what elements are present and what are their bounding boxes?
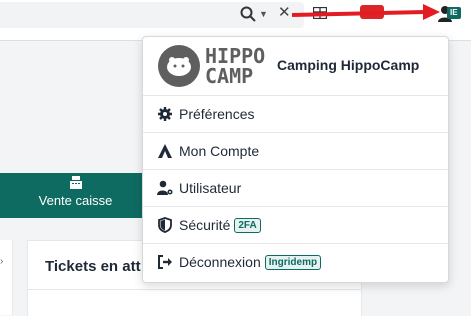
tickets-card-divider <box>28 289 361 290</box>
company-name: Camping HippoCamp <box>277 57 420 73</box>
notification-badge[interactable] <box>360 5 384 19</box>
username-tag: Ingridemp <box>264 254 322 270</box>
clear-search-icon[interactable]: ✕ <box>278 5 291 21</box>
search-icon[interactable] <box>240 6 256 22</box>
company-header[interactable]: HIPPO CAMP Camping HippoCamp <box>143 37 448 96</box>
menu-item-logout[interactable]: Déconnexion Ingridemp <box>143 244 448 280</box>
logo-word-2: CAMP <box>205 64 254 88</box>
logo-word-1: HIPPO <box>205 44 266 68</box>
tent-icon <box>158 144 172 158</box>
menu-item-label: Préférences <box>179 106 255 122</box>
search-options-caret[interactable]: ▼ <box>259 6 268 22</box>
apps-icon[interactable] <box>313 7 327 19</box>
left-card: › <box>0 240 13 315</box>
2fa-tag: 2FA <box>234 217 261 233</box>
cash-register-icon <box>69 176 82 189</box>
hippo-logo-icon <box>158 45 200 87</box>
top-bar: ▼ ✕ IE <box>0 0 471 41</box>
logout-icon <box>158 255 172 269</box>
menu-item-account[interactable]: Mon Compte <box>143 133 448 170</box>
menu-item-security[interactable]: Sécurité 2FA <box>143 207 448 244</box>
user-cog-icon <box>157 180 173 195</box>
gear-icon <box>158 107 172 121</box>
user-dropdown-menu: HIPPO CAMP Camping HippoCamp Préférences… <box>142 36 449 283</box>
pos-sale-button[interactable]: Vente caisse <box>0 173 151 218</box>
menu-item-label: Utilisateur <box>179 180 242 196</box>
menu-item-label: Mon Compte <box>179 143 260 159</box>
shield-icon <box>158 217 172 233</box>
left-card-label: › <box>0 256 4 267</box>
pos-sale-label: Vente caisse <box>38 193 113 208</box>
menu-item-label: Sécurité <box>179 217 231 233</box>
tickets-card-title: Tickets en att <box>45 258 141 275</box>
user-initials-badge[interactable]: IE <box>447 7 461 19</box>
company-logo: HIPPO CAMP <box>158 45 266 87</box>
menu-item-user[interactable]: Utilisateur <box>143 170 448 207</box>
menu-item-label: Déconnexion <box>179 254 261 270</box>
menu-item-preferences[interactable]: Préférences <box>143 96 448 133</box>
